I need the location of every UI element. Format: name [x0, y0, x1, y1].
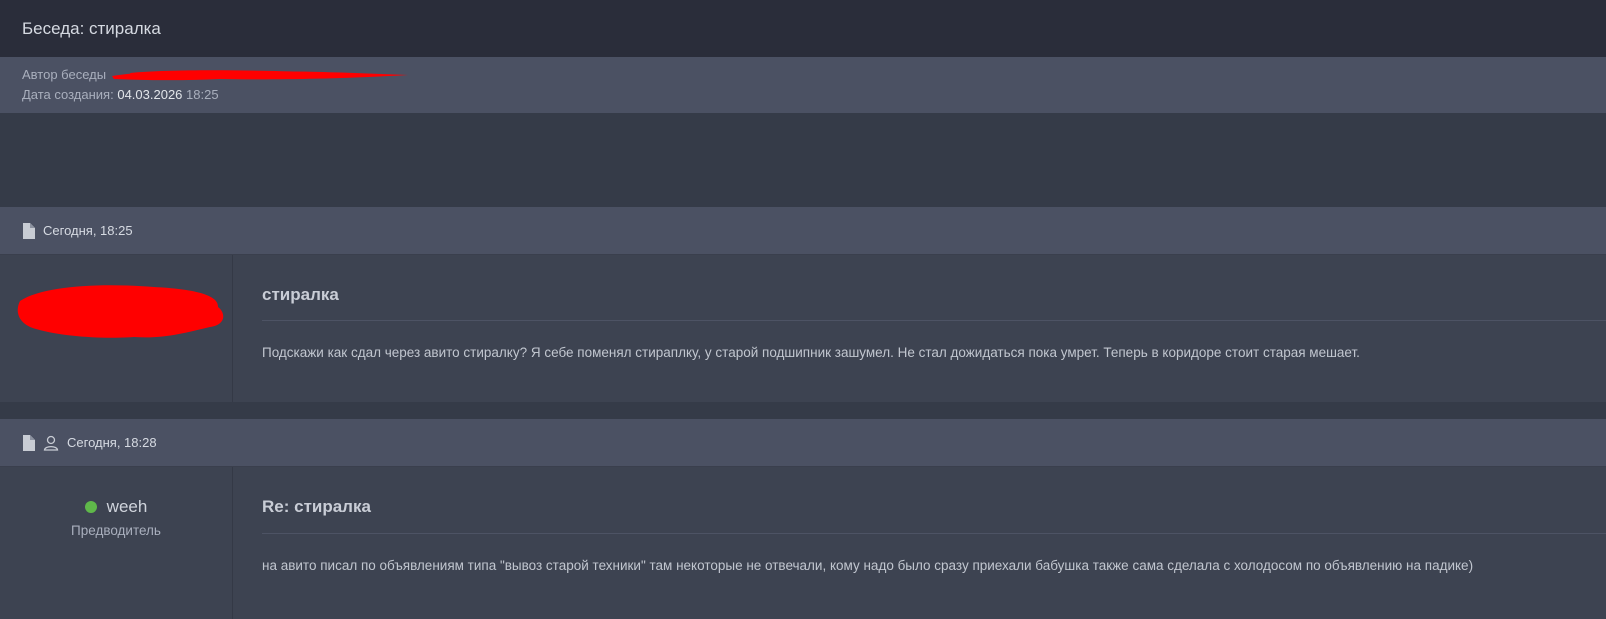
author-rank: Предводитель	[71, 523, 161, 538]
date-value: 04.03.2026	[117, 87, 183, 102]
post-text: Подскажи как сдал через авито стиралку? …	[262, 345, 1360, 360]
post-content: Re: стиралка на авито писал по объявлени…	[233, 467, 1606, 619]
post-header: Сегодня, 18:25	[0, 207, 1606, 255]
redacted-author-name	[112, 70, 408, 81]
author-name[interactable]: weeh	[84, 497, 148, 517]
post-header: Сегодня, 18:28	[0, 419, 1606, 467]
post-gap	[0, 402, 1606, 419]
date-row: Дата создания: 04.03.2026 18:25	[22, 85, 1606, 105]
author-label: Автор беседы	[22, 67, 107, 82]
document-icon[interactable]	[22, 222, 35, 239]
post-title: стиралка	[262, 285, 339, 304]
time-value: 18:25	[186, 87, 219, 102]
document-icon[interactable]	[22, 434, 35, 451]
page-header: Беседа: стиралка	[0, 0, 1606, 57]
post: стиралка Подскажи как сдал через авито с…	[0, 255, 1606, 402]
page-title: Беседа: стиралка	[22, 18, 161, 38]
redacted-avatar	[17, 285, 224, 338]
post-author: weeh Предводитель	[0, 467, 233, 619]
author-row: Автор беседы	[22, 65, 1606, 85]
post-content: стиралка Подскажи как сдал через авито с…	[233, 255, 1606, 402]
post-title: Re: стиралка	[262, 497, 371, 516]
date-label: Дата создания:	[22, 87, 114, 102]
online-status-icon	[84, 501, 97, 513]
post: weeh Предводитель Re: стиралка на авито …	[0, 467, 1606, 619]
post-divider	[262, 320, 1606, 321]
post-divider	[262, 533, 1606, 534]
post-timestamp: Сегодня, 18:28	[67, 435, 157, 450]
post-text: на авито писал по объявлениям типа "выво…	[262, 558, 1474, 573]
conversation-meta: Автор беседы Дата создания: 04.03.2026 1…	[0, 57, 1606, 113]
empty-area	[0, 113, 1606, 208]
author-name-text: weeh	[106, 497, 148, 516]
post-timestamp: Сегодня, 18:25	[43, 223, 133, 238]
user-icon[interactable]	[43, 435, 59, 451]
post-author	[0, 255, 233, 402]
